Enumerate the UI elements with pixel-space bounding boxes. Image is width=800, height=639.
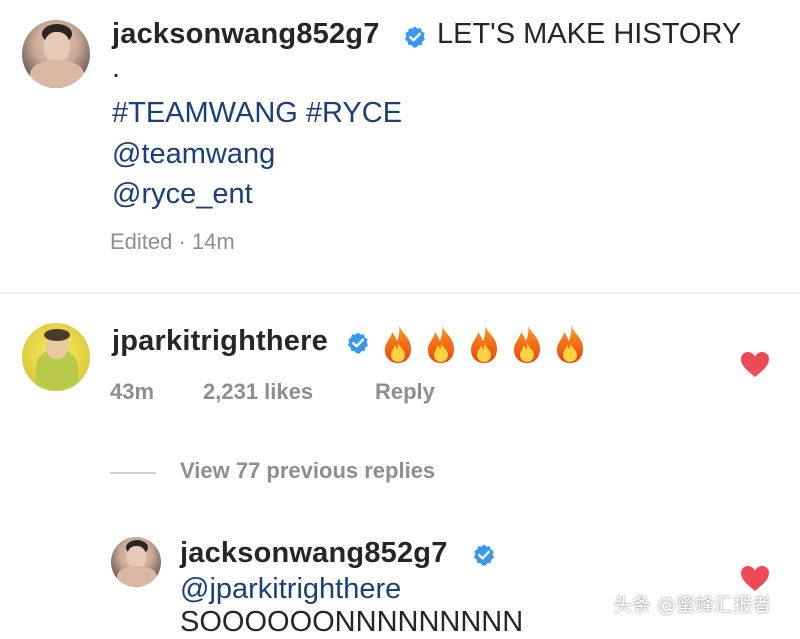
view-replies-line (110, 472, 156, 474)
heart-icon[interactable] (740, 351, 770, 378)
post-avatar[interactable] (22, 20, 90, 88)
comment-username[interactable]: jparkitrighthere (112, 325, 328, 358)
heart-icon[interactable] (740, 565, 770, 592)
reply-username[interactable]: jacksonwang852g7 (180, 537, 448, 570)
post-edited-time: Edited · 14m (110, 229, 235, 254)
view-previous-replies-button[interactable]: View 77 previous replies (180, 458, 435, 484)
post-username[interactable]: jacksonwang852g7 (112, 18, 380, 51)
post-divider (0, 292, 800, 294)
comment-reply-button[interactable]: Reply (375, 379, 435, 405)
post-mention-ryce[interactable]: @ryce_ent (112, 178, 253, 211)
post-hashtags[interactable]: #TEAMWANG #RYCE (112, 97, 402, 130)
reply-mention[interactable]: @jparkitrighthere (180, 573, 401, 606)
verified-badge-icon (403, 25, 427, 54)
post-mention-teamwang[interactable]: @teamwang (112, 138, 275, 171)
comment-time: 43m (110, 379, 155, 404)
post-dot: . (112, 52, 121, 84)
reply-text: SOOOOOONNNNNNNNN (180, 606, 524, 638)
post-caption: LET'S MAKE HISTORY (437, 18, 742, 50)
watermark-text: 头条 @蜜蜂汇报者 (613, 594, 772, 616)
verified-badge-icon (472, 543, 496, 572)
reply-avatar[interactable] (111, 537, 161, 587)
comment-avatar[interactable] (22, 323, 90, 391)
fire-emoji-icon (385, 325, 583, 363)
verified-badge-icon (346, 331, 370, 360)
comment-likes[interactable]: 2,231 likes (203, 379, 313, 405)
